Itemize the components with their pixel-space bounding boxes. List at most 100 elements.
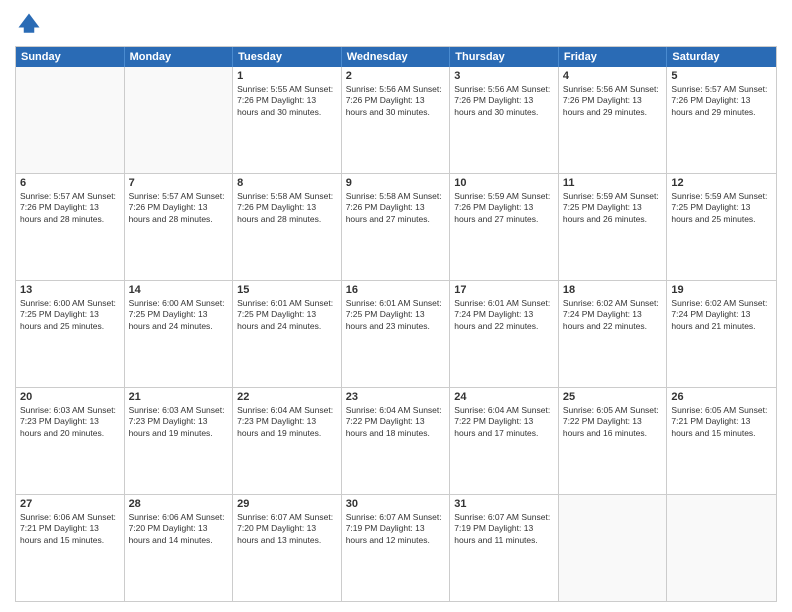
day-info: Sunrise: 6:07 AM Sunset: 7:19 PM Dayligh… [454,512,554,546]
day-info: Sunrise: 6:06 AM Sunset: 7:20 PM Dayligh… [129,512,229,546]
day-info: Sunrise: 5:56 AM Sunset: 7:26 PM Dayligh… [563,84,663,118]
day-cell-14: 14 Sunrise: 6:00 AM Sunset: 7:25 PM Dayli… [125,281,234,387]
day-number: 6 [20,177,120,189]
day-cell-20: 20 Sunrise: 6:03 AM Sunset: 7:23 PM Dayli… [16,388,125,494]
day-info: Sunrise: 6:04 AM Sunset: 7:22 PM Dayligh… [346,405,446,439]
day-info: Sunrise: 5:58 AM Sunset: 7:26 PM Dayligh… [346,191,446,225]
calendar: SundayMondayTuesdayWednesdayThursdayFrid… [15,46,777,602]
day-number: 18 [563,284,663,296]
day-cell-empty-4-5 [559,495,668,601]
day-info: Sunrise: 6:07 AM Sunset: 7:19 PM Dayligh… [346,512,446,546]
day-number: 5 [671,70,772,82]
day-number: 15 [237,284,337,296]
day-info: Sunrise: 6:04 AM Sunset: 7:22 PM Dayligh… [454,405,554,439]
day-cell-27: 27 Sunrise: 6:06 AM Sunset: 7:21 PM Dayli… [16,495,125,601]
day-number: 3 [454,70,554,82]
day-cell-15: 15 Sunrise: 6:01 AM Sunset: 7:25 PM Dayli… [233,281,342,387]
day-info: Sunrise: 6:00 AM Sunset: 7:25 PM Dayligh… [20,298,120,332]
day-cell-16: 16Sunrise: 6:01 AM Sunset: 7:25 PM Dayli… [342,281,451,387]
day-cell-26: 26 Sunrise: 6:05 AM Sunset: 7:21 PM Dayli… [667,388,776,494]
day-number: 14 [129,284,229,296]
day-info: Sunrise: 6:07 AM Sunset: 7:20 PM Dayligh… [237,512,337,546]
day-number: 30 [346,498,446,510]
day-info: Sunrise: 5:59 AM Sunset: 7:25 PM Dayligh… [563,191,663,225]
calendar-body: 1Sunrise: 5:55 AM Sunset: 7:26 PM Daylig… [16,67,776,601]
day-number: 26 [671,391,772,403]
day-info: Sunrise: 5:57 AM Sunset: 7:26 PM Dayligh… [129,191,229,225]
day-number: 16 [346,284,446,296]
day-info: Sunrise: 5:57 AM Sunset: 7:26 PM Dayligh… [20,191,120,225]
day-number: 24 [454,391,554,403]
day-number: 17 [454,284,554,296]
day-cell-5: 5 Sunrise: 5:57 AM Sunset: 7:26 PM Daylig… [667,67,776,173]
day-info: Sunrise: 5:59 AM Sunset: 7:25 PM Dayligh… [671,191,772,225]
calendar-header: SundayMondayTuesdayWednesdayThursdayFrid… [16,47,776,67]
day-cell-25: 25Sunrise: 6:05 AM Sunset: 7:22 PM Dayli… [559,388,668,494]
day-number: 23 [346,391,446,403]
day-cell-6: 6 Sunrise: 5:57 AM Sunset: 7:26 PM Daylig… [16,174,125,280]
day-cell-10: 10 Sunrise: 5:59 AM Sunset: 7:26 PM Dayli… [450,174,559,280]
day-cell-2: 2Sunrise: 5:56 AM Sunset: 7:26 PM Daylig… [342,67,451,173]
weekday-header-tuesday: Tuesday [233,47,342,67]
day-info: Sunrise: 5:57 AM Sunset: 7:26 PM Dayligh… [671,84,772,118]
day-info: Sunrise: 6:01 AM Sunset: 7:24 PM Dayligh… [454,298,554,332]
calendar-row-3: 13 Sunrise: 6:00 AM Sunset: 7:25 PM Dayli… [16,280,776,387]
day-number: 11 [563,177,663,189]
day-number: 22 [237,391,337,403]
day-info: Sunrise: 5:56 AM Sunset: 7:26 PM Dayligh… [346,84,446,118]
day-info: Sunrise: 6:01 AM Sunset: 7:25 PM Dayligh… [237,298,337,332]
day-cell-11: 11 Sunrise: 5:59 AM Sunset: 7:25 PM Dayli… [559,174,668,280]
logo [15,10,47,38]
day-cell-23: 23 Sunrise: 6:04 AM Sunset: 7:22 PM Dayli… [342,388,451,494]
header [15,10,777,38]
day-cell-21: 21Sunrise: 6:03 AM Sunset: 7:23 PM Dayli… [125,388,234,494]
day-info: Sunrise: 6:05 AM Sunset: 7:22 PM Dayligh… [563,405,663,439]
day-number: 29 [237,498,337,510]
day-number: 12 [671,177,772,189]
day-cell-29: 29 Sunrise: 6:07 AM Sunset: 7:20 PM Dayli… [233,495,342,601]
day-cell-empty-0-1 [125,67,234,173]
day-number: 31 [454,498,554,510]
day-cell-28: 28 Sunrise: 6:06 AM Sunset: 7:20 PM Dayli… [125,495,234,601]
weekday-header-saturday: Saturday [667,47,776,67]
calendar-row-1: 1Sunrise: 5:55 AM Sunset: 7:26 PM Daylig… [16,67,776,173]
weekday-header-wednesday: Wednesday [342,47,451,67]
day-cell-19: 19Sunrise: 6:02 AM Sunset: 7:24 PM Dayli… [667,281,776,387]
day-cell-18: 18 Sunrise: 6:02 AM Sunset: 7:24 PM Dayli… [559,281,668,387]
calendar-row-5: 27 Sunrise: 6:06 AM Sunset: 7:21 PM Dayli… [16,494,776,601]
day-cell-30: 30 Sunrise: 6:07 AM Sunset: 7:19 PM Dayli… [342,495,451,601]
day-info: Sunrise: 5:59 AM Sunset: 7:26 PM Dayligh… [454,191,554,225]
day-cell-4: 4Sunrise: 5:56 AM Sunset: 7:26 PM Daylig… [559,67,668,173]
day-info: Sunrise: 6:05 AM Sunset: 7:21 PM Dayligh… [671,405,772,439]
weekday-header-sunday: Sunday [16,47,125,67]
day-info: Sunrise: 6:02 AM Sunset: 7:24 PM Dayligh… [563,298,663,332]
day-number: 19 [671,284,772,296]
page: SundayMondayTuesdayWednesdayThursdayFrid… [0,0,792,612]
day-number: 10 [454,177,554,189]
day-info: Sunrise: 6:06 AM Sunset: 7:21 PM Dayligh… [20,512,120,546]
day-number: 27 [20,498,120,510]
calendar-row-2: 6 Sunrise: 5:57 AM Sunset: 7:26 PM Daylig… [16,173,776,280]
day-cell-7: 7 Sunrise: 5:57 AM Sunset: 7:26 PM Daylig… [125,174,234,280]
day-cell-24: 24 Sunrise: 6:04 AM Sunset: 7:22 PM Dayli… [450,388,559,494]
day-number: 20 [20,391,120,403]
day-info: Sunrise: 6:00 AM Sunset: 7:25 PM Dayligh… [129,298,229,332]
day-cell-9: 9Sunrise: 5:58 AM Sunset: 7:26 PM Daylig… [342,174,451,280]
day-cell-31: 31 Sunrise: 6:07 AM Sunset: 7:19 PM Dayli… [450,495,559,601]
day-number: 1 [237,70,337,82]
weekday-header-thursday: Thursday [450,47,559,67]
day-number: 8 [237,177,337,189]
day-cell-empty-4-6 [667,495,776,601]
weekday-header-friday: Friday [559,47,668,67]
day-number: 13 [20,284,120,296]
day-cell-empty-0-0 [16,67,125,173]
day-info: Sunrise: 5:58 AM Sunset: 7:26 PM Dayligh… [237,191,337,225]
day-number: 28 [129,498,229,510]
day-cell-13: 13 Sunrise: 6:00 AM Sunset: 7:25 PM Dayli… [16,281,125,387]
day-info: Sunrise: 5:56 AM Sunset: 7:26 PM Dayligh… [454,84,554,118]
day-number: 7 [129,177,229,189]
day-cell-22: 22Sunrise: 6:04 AM Sunset: 7:23 PM Dayli… [233,388,342,494]
day-cell-1: 1Sunrise: 5:55 AM Sunset: 7:26 PM Daylig… [233,67,342,173]
day-info: Sunrise: 6:03 AM Sunset: 7:23 PM Dayligh… [20,405,120,439]
calendar-row-4: 20 Sunrise: 6:03 AM Sunset: 7:23 PM Dayli… [16,387,776,494]
